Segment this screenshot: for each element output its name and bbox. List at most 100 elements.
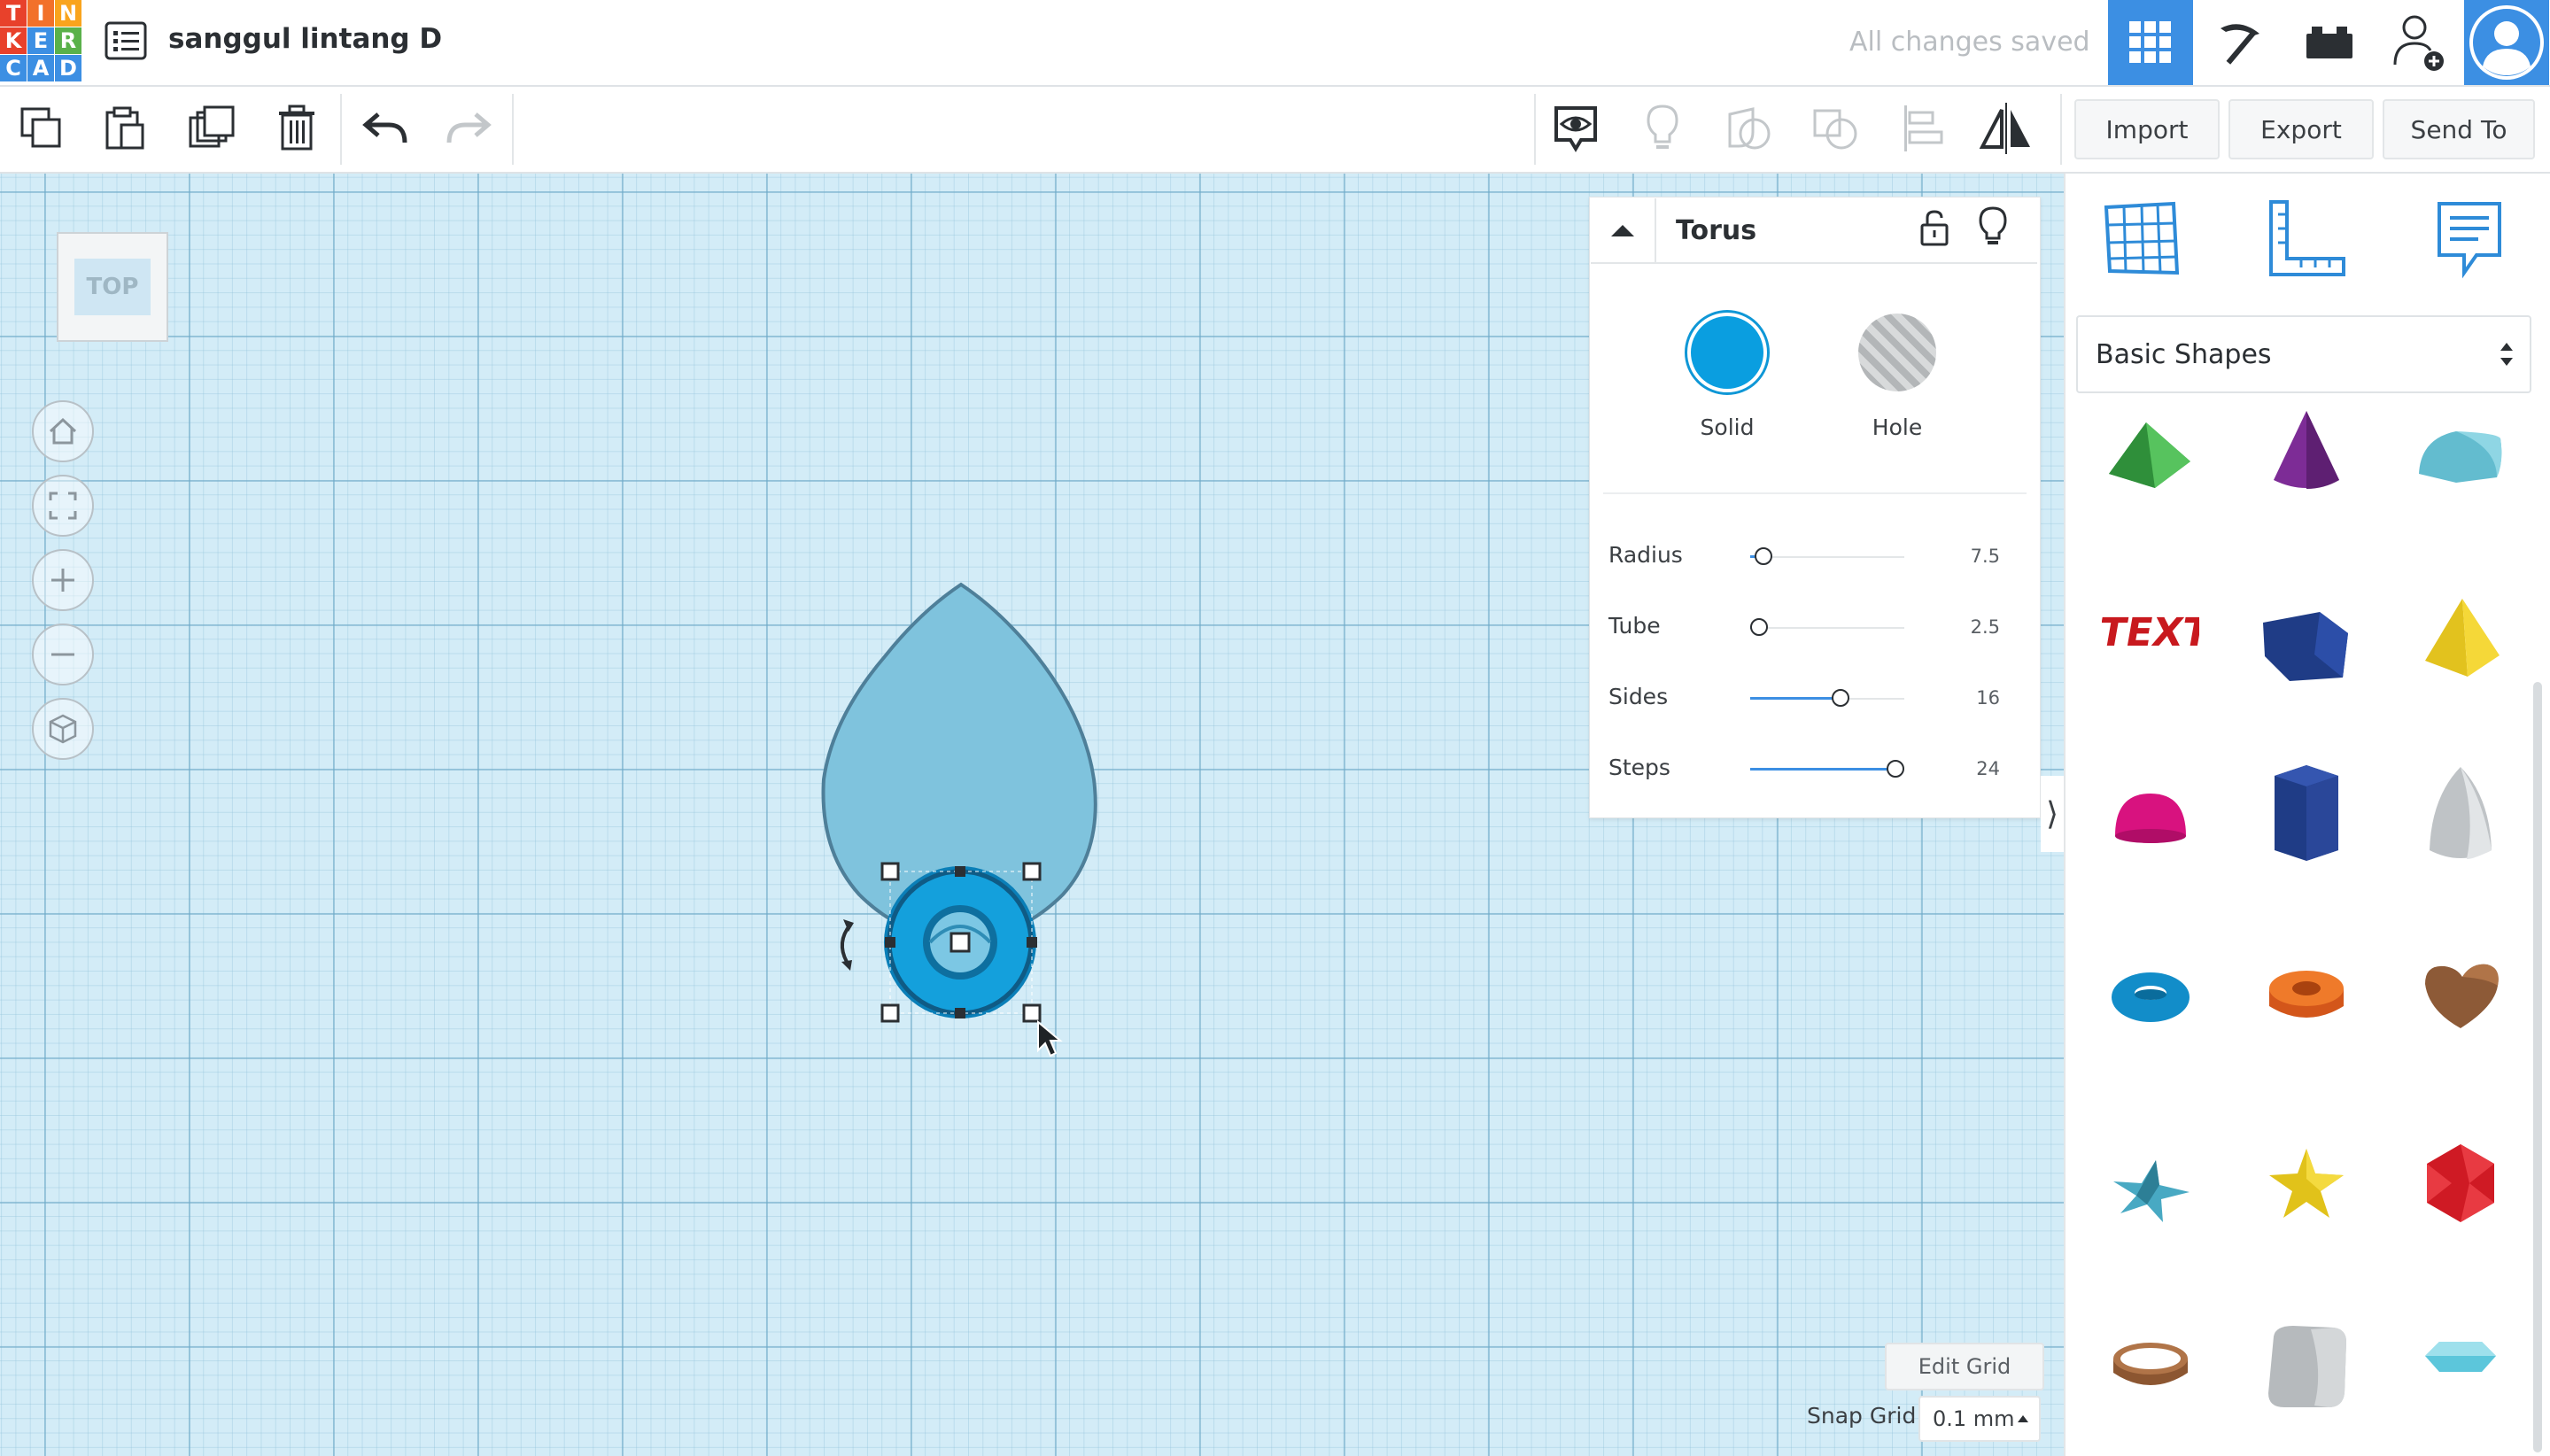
3d-design-button[interactable]: [2108, 0, 2193, 85]
resize-handle[interactable]: [1022, 862, 1042, 881]
fit-view-button[interactable]: [32, 475, 94, 537]
shape-heart[interactable]: [2407, 944, 2514, 1050]
workplane-icon: [2104, 201, 2180, 275]
shape-half-cylinder[interactable]: [2407, 399, 2514, 505]
notes-tool-button[interactable]: [2429, 197, 2512, 280]
tube-value[interactable]: 2.5: [1956, 616, 2000, 638]
undo-button[interactable]: [354, 97, 416, 159]
unlock-icon[interactable]: [1917, 209, 1952, 248]
shapes-scrollbar[interactable]: [2533, 682, 2542, 1452]
star-gold-shape-icon: [2269, 1149, 2344, 1218]
visibility-button[interactable]: [1545, 97, 1607, 159]
hole-swatch[interactable]: [1858, 314, 1936, 391]
redo-button[interactable]: [438, 97, 500, 159]
torus-shape-icon: [2112, 972, 2190, 1022]
list-icon[interactable]: [105, 21, 147, 60]
perspective-button[interactable]: [32, 698, 94, 760]
shape-ring[interactable]: [2097, 1314, 2204, 1421]
shape-text[interactable]: TEXT: [2097, 577, 2204, 684]
radius-value[interactable]: 7.5: [1956, 546, 2000, 567]
shape-paraboloid[interactable]: [2407, 762, 2514, 868]
shape-box[interactable]: [2253, 593, 2360, 700]
shape-pyramid[interactable]: [2407, 585, 2514, 691]
zoom-in-button[interactable]: [32, 549, 94, 611]
grid-3d-icon: [2129, 21, 2171, 63]
radius-slider-track[interactable]: [1750, 556, 1904, 558]
tube-slider-knob[interactable]: [1750, 618, 1768, 636]
rotate-handle[interactable]: [840, 919, 854, 971]
light-button[interactable]: [1632, 97, 1694, 159]
zoom-out-button[interactable]: [32, 623, 94, 685]
shape-roof[interactable]: [2097, 399, 2204, 505]
ruler-tool-button[interactable]: [2266, 197, 2349, 280]
mirror-button[interactable]: [1975, 97, 2037, 159]
icosahedron-shape-icon: [2427, 1144, 2494, 1222]
shape-icosahedron[interactable]: [2407, 1130, 2514, 1236]
logo-letter: K: [0, 27, 27, 54]
logo-letter: I: [27, 0, 54, 27]
copy-button[interactable]: [11, 97, 73, 159]
fit-view-icon: [49, 492, 77, 520]
toolbar-divider: [1534, 94, 1536, 165]
project-title[interactable]: sanggul lintang D: [168, 23, 442, 55]
radius-slider-knob[interactable]: [1754, 547, 1772, 565]
invite-user-button[interactable]: [2376, 0, 2461, 85]
shape-category-select[interactable]: Basic Shapes: [2076, 315, 2531, 393]
shape-tube[interactable]: [2253, 944, 2360, 1050]
ungroup-button[interactable]: [1805, 97, 1867, 159]
resize-handle[interactable]: [1027, 937, 1037, 948]
redo-icon: [446, 112, 492, 143]
import-button[interactable]: Import: [2074, 99, 2220, 159]
sides-value[interactable]: 16: [1956, 687, 2000, 709]
align-button[interactable]: [1892, 97, 1954, 159]
shape-cone[interactable]: [2253, 399, 2360, 505]
snap-grid-select[interactable]: 0.1 mm: [1918, 1396, 2041, 1442]
shape-polygon[interactable]: [2253, 762, 2360, 868]
resize-handle[interactable]: [885, 937, 895, 948]
center-handle[interactable]: [949, 932, 971, 953]
notes-icon: [2438, 202, 2501, 279]
steps-value[interactable]: 24: [1956, 758, 2000, 779]
shape-star[interactable]: [2097, 1137, 2204, 1243]
send-to-button[interactable]: Send To: [2383, 99, 2535, 159]
workplane-tool-button[interactable]: [2101, 197, 2184, 280]
shape-diamond[interactable]: [2407, 1307, 2514, 1413]
tinkercad-logo[interactable]: T I N K E R C A D: [0, 0, 81, 81]
home-icon: [49, 417, 77, 445]
shape-round-cube[interactable]: [2253, 1314, 2360, 1421]
duplicate-icon: [189, 105, 235, 148]
chevron-right-icon[interactable]: ⟩: [2041, 776, 2064, 852]
zoom-out-icon: [51, 653, 74, 656]
paraboloid-shape-icon: [2430, 767, 2492, 859]
bulb-icon[interactable]: [1975, 205, 2011, 250]
shape-half-sphere[interactable]: [2097, 767, 2204, 873]
steps-slider-knob[interactable]: [1887, 760, 1904, 778]
group-button[interactable]: [1718, 97, 1780, 159]
inspector-shape-name[interactable]: Torus: [1676, 215, 1756, 246]
paste-button[interactable]: [94, 97, 156, 159]
solid-color-swatch[interactable]: [1685, 310, 1770, 395]
logo-letter: T: [0, 0, 27, 27]
hole-label: Hole: [1872, 414, 1923, 440]
delete-button[interactable]: [266, 97, 328, 159]
resize-handle[interactable]: [880, 1003, 900, 1023]
cone-shape-icon: [2274, 411, 2339, 489]
edit-grid-button[interactable]: Edit Grid: [1885, 1343, 2044, 1390]
resize-handle[interactable]: [880, 862, 900, 881]
collapse-inspector-button[interactable]: [1591, 198, 1655, 262]
tube-slider-track[interactable]: [1750, 627, 1904, 629]
view-cube[interactable]: TOP: [57, 232, 168, 342]
view-cube-face-top[interactable]: TOP: [74, 259, 151, 315]
home-view-button[interactable]: [32, 400, 94, 462]
bricks-button[interactable]: [2287, 0, 2372, 85]
resize-handle[interactable]: [1022, 1003, 1042, 1023]
shape-torus[interactable]: [2097, 944, 2204, 1050]
codeblocks-button[interactable]: [2197, 0, 2283, 85]
resize-handle[interactable]: [955, 1008, 965, 1018]
export-button[interactable]: Export: [2228, 99, 2374, 159]
duplicate-button[interactable]: [181, 97, 243, 159]
logo-letter: C: [0, 55, 27, 81]
shape-star-gold[interactable]: [2253, 1130, 2360, 1236]
user-avatar[interactable]: [2464, 0, 2549, 85]
resize-handle[interactable]: [955, 866, 965, 877]
